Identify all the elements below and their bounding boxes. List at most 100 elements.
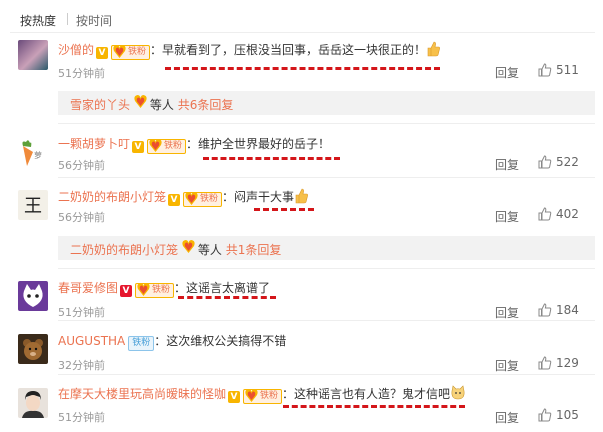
sub-reply-user[interactable]: 雪家的丫头 xyxy=(70,98,130,112)
comment-time: 51分钟前 xyxy=(58,306,105,319)
comment-item: 沙僧的 V 铁粉 ：早就看到了，压根没当回事，岳岳这一块很正的！ 51分钟前 回复 5… xyxy=(0,38,603,83)
thumbs-up-icon xyxy=(538,63,552,77)
comment-time: 56分钟前 xyxy=(58,211,105,224)
comment-item: AUGUSTHA 铁粉 ：这次维权公关搞得不错 32分钟前 回复 129 xyxy=(0,326,603,374)
verified-badge: V xyxy=(120,285,133,297)
svg-text:萝: 萝 xyxy=(34,150,42,160)
fan-heart-icon xyxy=(149,139,162,152)
fan-badge: 铁粉 xyxy=(243,389,283,404)
avatar[interactable] xyxy=(18,40,48,70)
cat-face-emoji-icon xyxy=(451,385,465,400)
sort-tabs: 按热度 按时间 xyxy=(0,0,603,34)
comment-text: ：闷声干大事 xyxy=(222,190,295,204)
comment-line: AUGUSTHA 铁粉 ：这次维权公关搞得不错 xyxy=(58,332,286,351)
annotation-underline xyxy=(203,157,340,160)
reply-button[interactable]: 回复 xyxy=(495,357,519,374)
comment-time: 56分钟前 xyxy=(58,159,105,172)
annotation-underline xyxy=(254,208,314,211)
fan-heart-icon xyxy=(137,283,150,296)
like-button[interactable]: 511 xyxy=(538,63,579,77)
fan-badge: 铁粉 xyxy=(135,283,175,298)
fan-badge: 铁粉 xyxy=(111,45,151,60)
tab-divider xyxy=(67,13,68,25)
comment-username[interactable]: 在摩天大楼里玩高尚暧昧的怪咖 xyxy=(58,387,226,401)
like-button[interactable]: 129 xyxy=(538,356,579,370)
annotation-underline xyxy=(283,405,465,408)
comment-time: 51分钟前 xyxy=(58,67,105,80)
comment-item: 萝 一颗胡萝卜叮 V 铁粉 ：维护全世界最好的岳子！ 56分钟前 回复 522 xyxy=(0,130,603,175)
fan-heart-icon xyxy=(185,192,198,205)
fan-badge: 铁粉 xyxy=(183,192,223,207)
avatar[interactable] xyxy=(18,334,48,364)
fan-badge: 铁粉 xyxy=(128,336,155,351)
comment-text: ：这谣言太离谱了 xyxy=(174,281,271,295)
annotation-underline xyxy=(178,296,276,299)
comment-line: 在摩天大楼里玩高尚暧昧的怪咖 V 铁粉 ：这种谣言也有人造？鬼才信吧 xyxy=(58,385,466,404)
cat-avatar-icon xyxy=(23,284,43,307)
avatar[interactable] xyxy=(18,281,48,311)
thumbs-up-emoji-icon xyxy=(295,188,308,204)
like-button[interactable]: 402 xyxy=(538,207,579,221)
sub-reply-summary[interactable]: 二奶奶的布朗小灯笼 等人 共1条回复 xyxy=(58,236,595,260)
thumbs-up-icon xyxy=(538,408,552,422)
reply-button[interactable]: 回复 xyxy=(495,64,519,81)
fan-badge: 铁粉 xyxy=(147,139,187,154)
fan-heart-icon xyxy=(182,240,195,253)
fan-badge xyxy=(181,240,195,254)
tab-underline xyxy=(10,32,595,33)
like-button[interactable]: 522 xyxy=(538,155,579,169)
carrot-avatar-icon: 萝 xyxy=(22,140,42,166)
thumbs-up-icon xyxy=(538,155,552,169)
reply-button[interactable]: 回复 xyxy=(495,409,519,426)
comment-username[interactable]: AUGUSTHA xyxy=(58,334,125,348)
sub-reply-user[interactable]: 二奶奶的布朗小灯笼 xyxy=(70,243,178,257)
thumbs-up-icon xyxy=(538,356,552,370)
reply-button[interactable]: 回复 xyxy=(495,208,519,225)
fan-heart-icon xyxy=(113,45,126,58)
tab-time[interactable]: 按时间 xyxy=(76,12,112,29)
tab-hot[interactable]: 按热度 xyxy=(20,12,56,29)
comment-username[interactable]: 沙僧的 xyxy=(58,43,94,57)
annotation-underline xyxy=(165,67,440,70)
sub-reply-count[interactable]: 共1条回复 xyxy=(226,243,282,257)
thumbs-up-icon xyxy=(538,207,552,221)
comment-text: ：这种谣言也有人造？鬼才信吧 xyxy=(282,387,451,401)
svg-text:王: 王 xyxy=(24,196,42,217)
reply-button[interactable]: 回复 xyxy=(495,304,519,321)
thumbs-up-emoji-icon xyxy=(427,41,440,57)
comment-time: 51分钟前 xyxy=(58,411,105,424)
fan-heart-icon xyxy=(134,95,147,108)
avatar[interactable]: 萝 xyxy=(18,138,48,168)
verified-badge: V xyxy=(96,47,109,59)
reply-button[interactable]: 回复 xyxy=(495,156,519,173)
comment-username[interactable]: 春哥爱修图 xyxy=(58,281,118,295)
comment-text: ：维护全世界最好的岳子！ xyxy=(186,137,331,151)
sub-reply-summary[interactable]: 雪家的丫头 等人 共6条回复 xyxy=(58,91,595,115)
comment-line: 沙僧的 V 铁粉 ：早就看到了，压根没当回事，岳岳这一块很正的！ xyxy=(58,41,440,60)
divider xyxy=(58,268,595,269)
sub-reply-count[interactable]: 共6条回复 xyxy=(178,98,234,112)
verified-badge: V xyxy=(168,194,181,206)
comment-item: 春哥爱修图 V 铁粉 ：这谣言太离谱了 51分钟前 回复 184 xyxy=(0,274,603,321)
comment-item: 在摩天大楼里玩高尚暧昧的怪咖 V 铁粉 ：这种谣言也有人造？鬼才信吧 51分钟前 回复… xyxy=(0,380,603,432)
comment-username[interactable]: 一颗胡萝卜叮 xyxy=(58,137,130,151)
sub-reply-mid: 等人 xyxy=(197,243,222,257)
calligraphy-avatar-icon: 王 xyxy=(24,196,42,217)
divider xyxy=(58,374,595,375)
avatar[interactable]: 王 xyxy=(18,190,48,220)
divider xyxy=(58,177,595,178)
fan-heart-icon xyxy=(245,389,258,402)
comment-text: ：这次维权公关搞得不错 xyxy=(154,334,287,348)
avatar[interactable] xyxy=(18,388,48,418)
teddy-bear-avatar-icon xyxy=(23,339,43,360)
verified-badge: V xyxy=(132,141,145,153)
person-avatar-icon xyxy=(22,391,44,418)
thumbs-up-icon xyxy=(538,303,552,317)
comment-line: 二奶奶的布朗小灯笼 V 铁粉 ：闷声干大事 xyxy=(58,188,308,207)
fan-badge xyxy=(133,95,147,109)
comment-text: ：早就看到了，压根没当回事，岳岳这一块很正的！ xyxy=(150,43,427,57)
like-button[interactable]: 184 xyxy=(538,303,579,317)
divider xyxy=(58,320,595,321)
comment-username[interactable]: 二奶奶的布朗小灯笼 xyxy=(58,190,166,204)
like-button[interactable]: 105 xyxy=(538,408,579,422)
